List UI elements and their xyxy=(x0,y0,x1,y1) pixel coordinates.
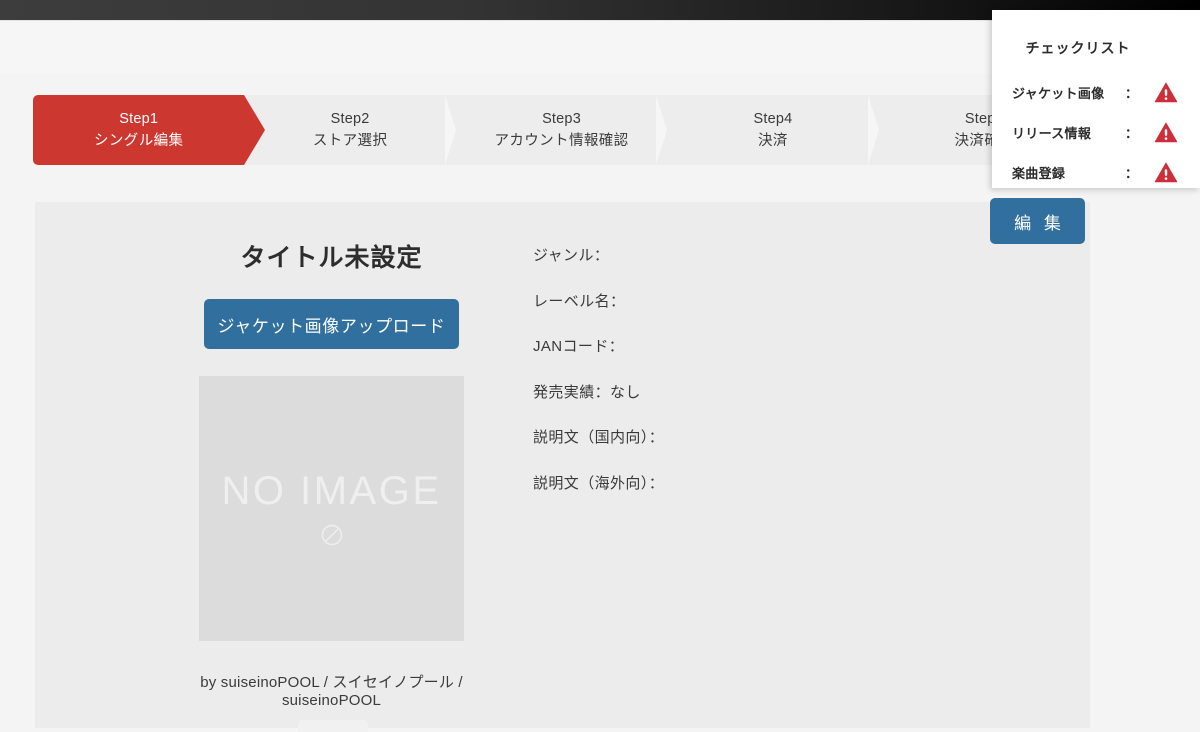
checklist-panel: チェックリスト ジャケット画像 ： リリース情報 ： 楽曲登録 ： xyxy=(992,10,1200,188)
step-label: シングル編集 xyxy=(94,133,184,149)
step-number: Step1 xyxy=(119,110,159,127)
no-image-circle-slash-icon xyxy=(321,524,342,545)
meta-label-name: レーベル名： xyxy=(533,292,626,310)
step-number: Step4 xyxy=(753,110,793,127)
checklist-title: チェックリスト xyxy=(1025,40,1131,56)
meta-genre: ジャンル： xyxy=(533,247,610,264)
meta-release-record: 発売実績：なし xyxy=(533,383,641,401)
meta-jan-code: JANコード： xyxy=(533,338,625,355)
edit-button[interactable]: 編 集 xyxy=(990,198,1085,244)
release-artwork-column: タイトル未設定 ジャケット画像アップロード NO IMAGE by suisei… xyxy=(165,238,498,709)
checklist-item-colon: ： xyxy=(1124,165,1138,181)
track-list-action-stub[interactable] xyxy=(298,720,368,732)
checklist-item-release-info: リリース情報 ： xyxy=(992,120,1200,144)
artist-byline: by suiseinoPOOL / スイセイノプール / suiseinoPOO… xyxy=(200,674,463,709)
step-number: Step2 xyxy=(330,110,370,127)
checklist-item-jacket-image: ジャケット画像 ： xyxy=(992,80,1200,104)
release-detail-panel: タイトル未設定 ジャケット画像アップロード NO IMAGE by suisei… xyxy=(35,202,1090,732)
checklist-item-colon: ： xyxy=(1124,85,1138,101)
step-item-2[interactable]: Step2 ストア選択 xyxy=(222,95,456,165)
meta-description-domestic: 説明文（国内向）： xyxy=(533,429,665,446)
checklist-item-label: 楽曲登録 xyxy=(1012,165,1066,181)
jacket-image-upload-button[interactable]: ジャケット画像アップロード xyxy=(204,299,459,349)
no-image-label: NO IMAGE xyxy=(221,468,442,513)
meta-description-overseas: 説明文（海外向）： xyxy=(533,474,665,492)
release-meta-column: ジャンル： レーベル名： JANコード： 発売実績：なし 説明文（国内向）： 説… xyxy=(533,244,963,517)
step-item-1[interactable]: Step1 シングル編集 xyxy=(33,95,266,165)
checklist-item-colon: ： xyxy=(1124,125,1138,141)
step-item-4[interactable]: Step4 決済 xyxy=(645,95,879,165)
step-label: ストア選択 xyxy=(312,133,388,149)
jacket-image-placeholder[interactable]: NO IMAGE xyxy=(199,376,464,641)
step-label: 決済 xyxy=(758,133,788,149)
warning-triangle-icon xyxy=(1154,122,1178,143)
checklist-item-track-registration: 楽曲登録 ： xyxy=(992,160,1200,184)
step-progress-bar: Step1 シングル編集 Step2 ストア選択 Step3 アカウント情報確認… xyxy=(33,95,1091,165)
checklist-item-label: ジャケット画像 xyxy=(1012,85,1105,101)
page-title: タイトル未設定 xyxy=(240,244,423,272)
warning-triangle-icon xyxy=(1154,162,1178,183)
warning-triangle-icon xyxy=(1154,82,1178,103)
step-number: Step3 xyxy=(542,110,581,127)
step-item-3[interactable]: Step3 アカウント情報確認 xyxy=(433,95,668,165)
step-label: アカウント情報確認 xyxy=(494,133,629,149)
checklist-item-label: リリース情報 xyxy=(1012,125,1092,141)
